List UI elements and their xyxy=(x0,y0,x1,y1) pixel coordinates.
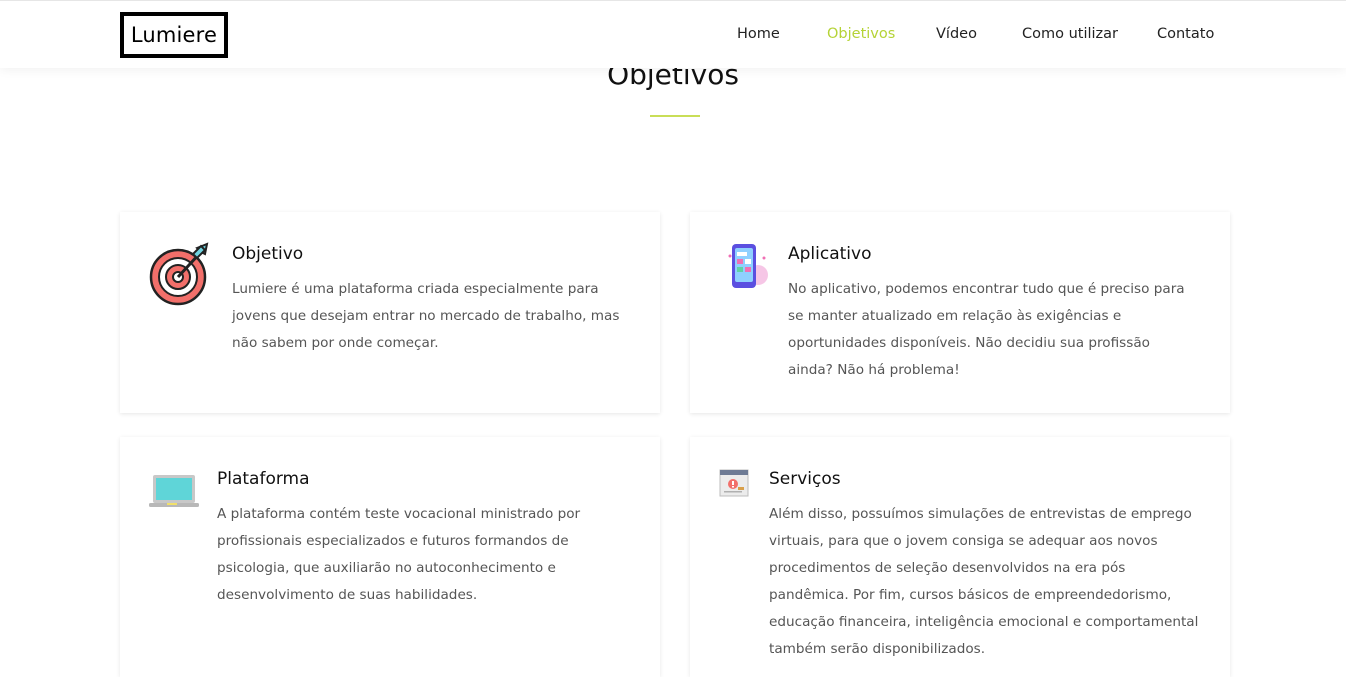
card-aplicativo: Aplicativo No aplicativo, podemos encont… xyxy=(690,212,1230,413)
card-plataforma: Plataforma A plataforma contém teste voc… xyxy=(120,437,660,677)
card-text: Lumiere é uma plataforma criada especial… xyxy=(232,281,620,351)
nav-video[interactable]: Vídeo xyxy=(936,26,977,42)
card-title: Aplicativo xyxy=(788,244,872,264)
logo[interactable]: Lumiere xyxy=(120,12,228,58)
smartphone-app-icon xyxy=(724,242,770,292)
card-servicos: Serviços Além disso, possuímos simulaçõe… xyxy=(690,437,1230,677)
card-text: No aplicativo, podemos encontrar tudo qu… xyxy=(788,281,1185,378)
laptop-icon xyxy=(149,473,199,509)
card-objetivo: Objetivo Lumiere é uma plataforma criada… xyxy=(120,212,660,413)
card-title: Serviços xyxy=(769,469,841,489)
browser-window-icon xyxy=(719,468,749,498)
nav-contato[interactable]: Contato xyxy=(1157,26,1214,42)
card-title: Objetivo xyxy=(232,244,304,264)
card-title: Plataforma xyxy=(217,469,310,489)
card-text: A plataforma contém teste vocacional min… xyxy=(217,506,581,603)
card-text: Além disso, possuímos simulações de entr… xyxy=(769,506,1199,657)
nav-home[interactable]: Home xyxy=(737,26,780,42)
nav-como-utilizar[interactable]: Como utilizar xyxy=(1022,26,1118,42)
title-underline xyxy=(650,115,700,117)
nav-objetivos[interactable]: Objetivos xyxy=(827,26,895,42)
target-dart-icon xyxy=(149,242,211,306)
site-header: Lumiere Home Objetivos Vídeo Como utiliz… xyxy=(0,0,1346,68)
